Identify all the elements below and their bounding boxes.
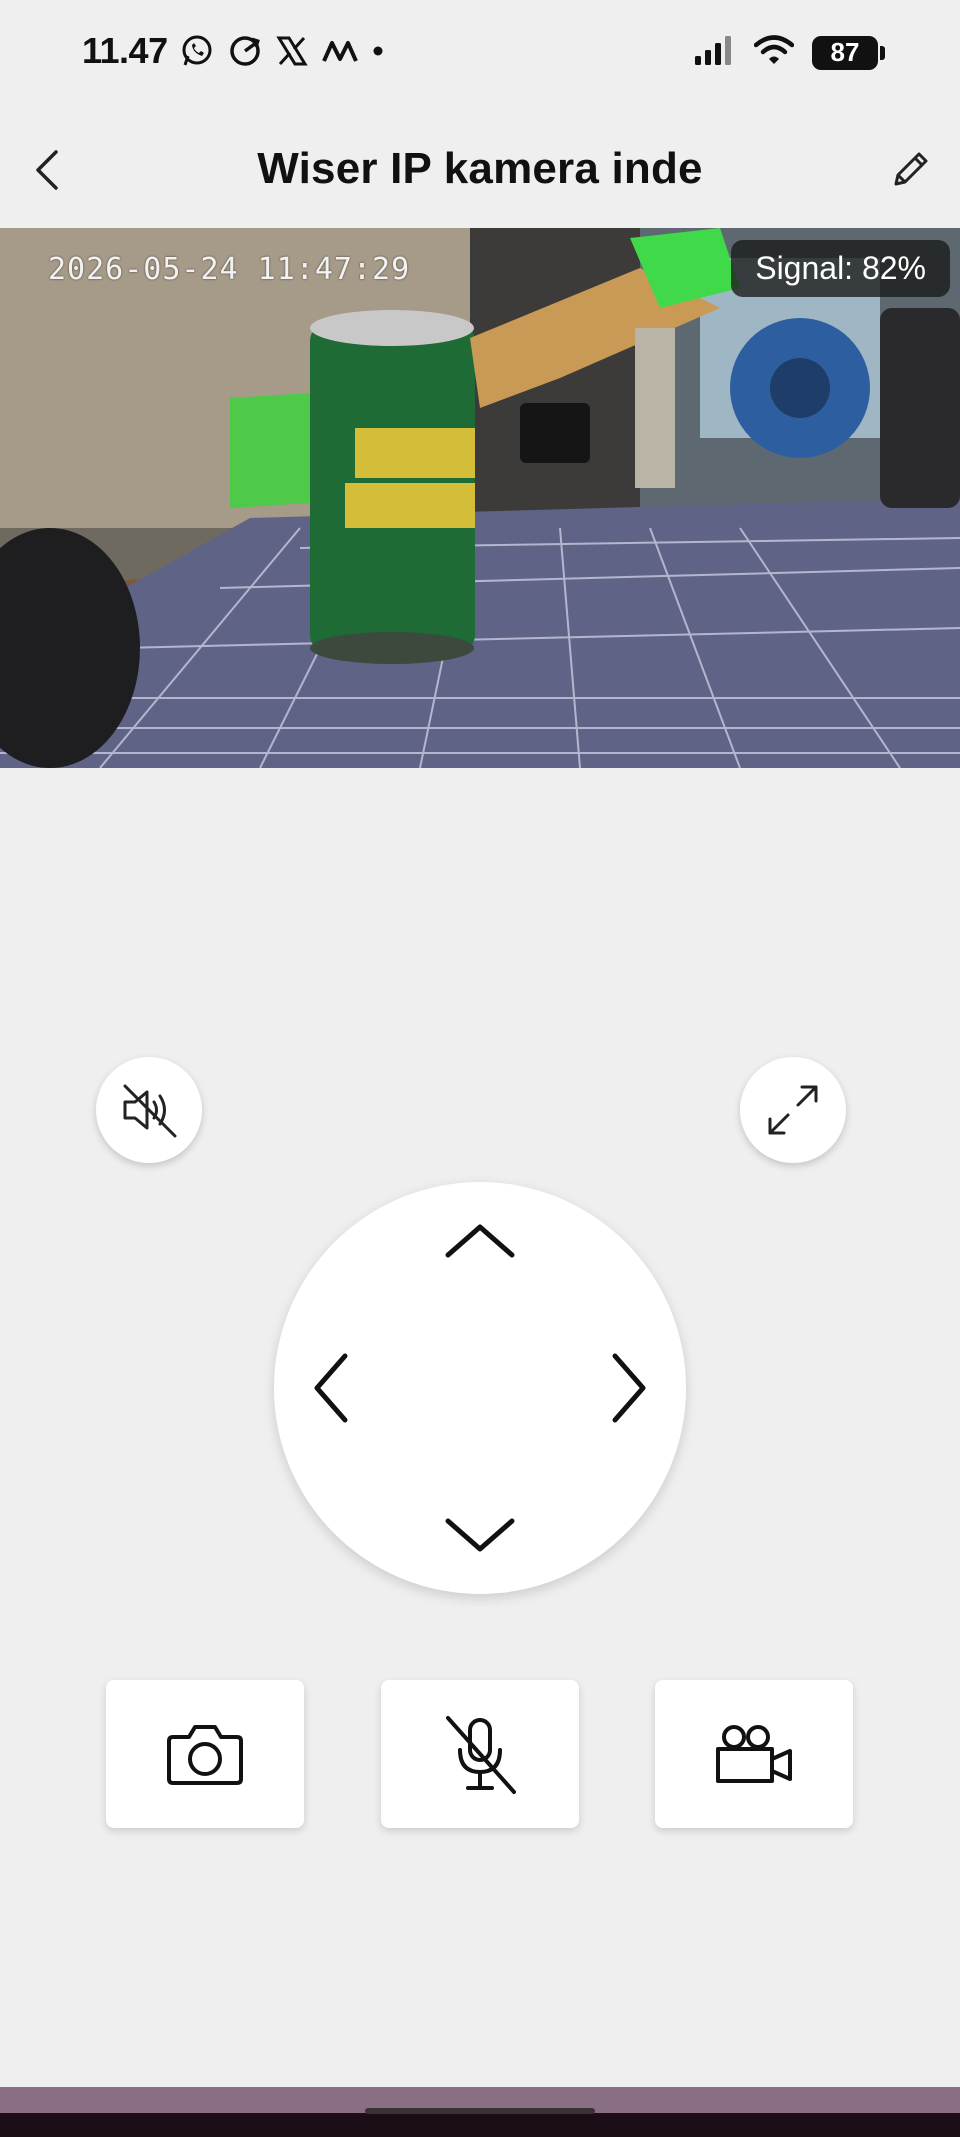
notification-icons (180, 34, 384, 68)
camera-timestamp: 2026-05-24 11:47:29 (48, 252, 411, 287)
speaker-muted-icon (123, 1084, 177, 1138)
page-title: Wiser IP kamera inde (257, 144, 703, 193)
cellular-signal-icon (694, 34, 736, 71)
record-video-button[interactable] (655, 1680, 853, 1828)
battery-indicator: 87 (812, 35, 885, 70)
fullscreen-button[interactable] (740, 1057, 846, 1163)
edit-button[interactable] (882, 142, 938, 198)
expand-arrows-icon (768, 1085, 818, 1135)
ptz-left-button[interactable] (286, 1343, 376, 1433)
chevron-up-icon (445, 1224, 515, 1258)
status-time: 11.47 (82, 30, 168, 71)
ptz-up-button[interactable] (435, 1196, 525, 1286)
camera-live-view[interactable]: 2026-05-24 11:47:29 Signal: 82% (0, 228, 960, 768)
chevron-down-icon (445, 1518, 515, 1552)
wifi-icon (753, 34, 795, 71)
home-indicator[interactable] (365, 2108, 595, 2114)
refresh-circle-icon (228, 34, 262, 68)
ptz-right-button[interactable] (584, 1343, 674, 1433)
m-logo-icon (322, 37, 358, 65)
status-bar: 11.47 87 (0, 0, 960, 110)
chevron-left-icon (314, 1353, 348, 1423)
app-header: Wiser IP kamera inde (0, 110, 960, 228)
ptz-control-pad (274, 1182, 686, 1594)
chevron-right-icon (612, 1353, 646, 1423)
camera-icon (167, 1725, 243, 1785)
camera-screen: 11.47 87 Wiser IP kamera inde 2026-05-24… (0, 0, 960, 2137)
microphone-muted-icon (446, 1716, 516, 1794)
microphone-toggle-button[interactable] (381, 1680, 579, 1828)
system-navigation-bar (0, 2113, 960, 2137)
video-camera-icon (716, 1725, 792, 1783)
pencil-icon (894, 152, 928, 186)
speaker-toggle-button[interactable] (96, 1057, 202, 1163)
camera-scene-image (0, 228, 960, 768)
signal-strength-badge: Signal: 82% (731, 240, 950, 297)
whatsapp-icon (180, 34, 214, 68)
x-logo-icon (276, 35, 308, 67)
dot-icon (372, 45, 384, 57)
ptz-down-button[interactable] (435, 1490, 525, 1580)
snapshot-button[interactable] (106, 1680, 304, 1828)
status-right: 87 (694, 34, 885, 71)
